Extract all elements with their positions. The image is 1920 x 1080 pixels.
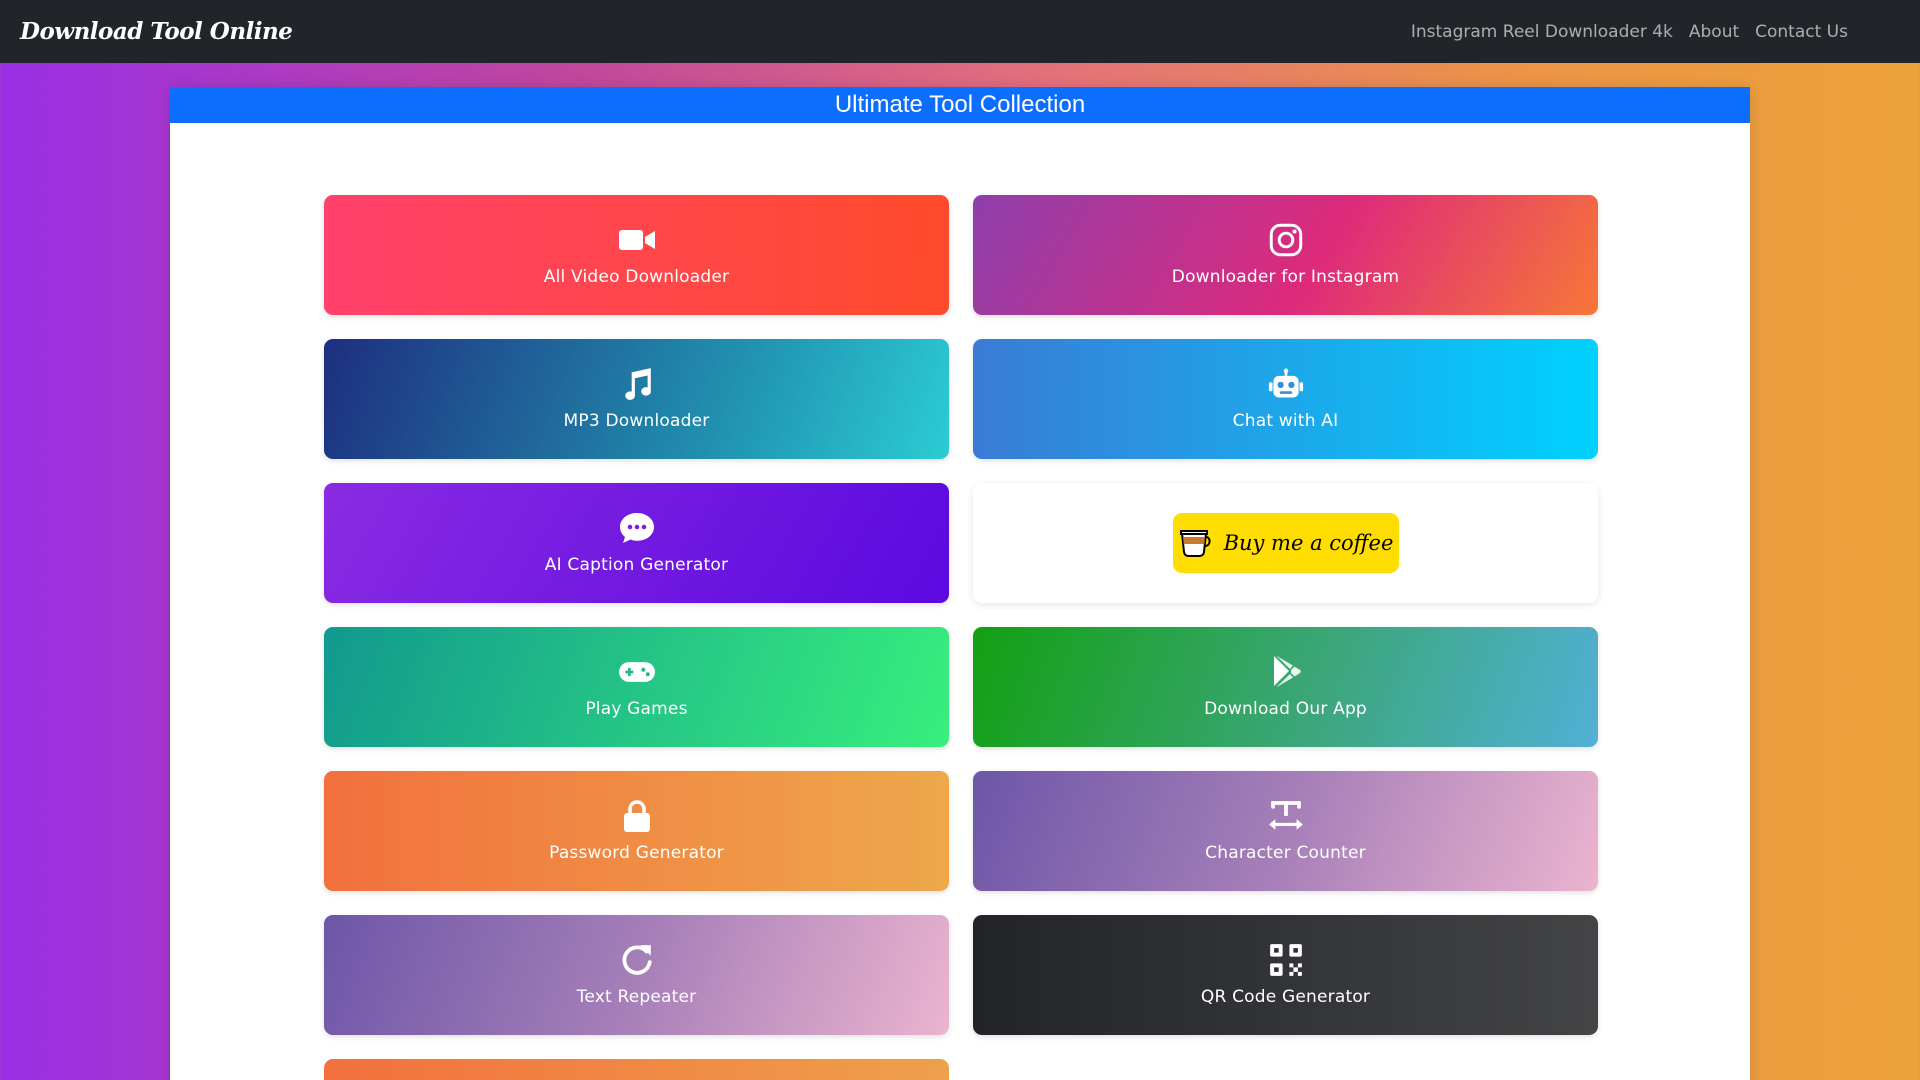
tool-mp3-downloader[interactable]: MP3 Downloader bbox=[324, 339, 949, 459]
tool-password-generator[interactable]: Password Generator bbox=[324, 771, 949, 891]
tool-label: Character Counter bbox=[1205, 843, 1366, 863]
panel-title: Ultimate Tool Collection bbox=[170, 87, 1750, 123]
robot-icon bbox=[1266, 367, 1306, 401]
tool-label: All Video Downloader bbox=[543, 267, 730, 287]
brand-logo-text[interactable]: Download Tool Online bbox=[20, 18, 293, 45]
tool-label: Downloader for Instagram bbox=[1171, 267, 1400, 287]
chat-bubble-icon bbox=[617, 511, 657, 545]
tool-play-games[interactable]: Play Games bbox=[324, 627, 949, 747]
tool-qr-code-generator[interactable]: QR Code Generator bbox=[973, 915, 1598, 1035]
tool-all-video-downloader[interactable]: All Video Downloader bbox=[324, 195, 949, 315]
nav-links: Instagram Reel Downloader 4k About Conta… bbox=[1411, 22, 1848, 42]
tool-label: AI Caption Generator bbox=[544, 555, 729, 575]
buy-me-a-coffee-button[interactable]: Buy me a coffee bbox=[1172, 513, 1399, 573]
nav-link-instagram-reel-downloader[interactable]: Instagram Reel Downloader 4k bbox=[1411, 22, 1673, 42]
nav-link-about[interactable]: About bbox=[1689, 22, 1739, 42]
tool-chat-with-ai[interactable]: Chat with AI bbox=[973, 339, 1598, 459]
tool-tile-partial[interactable] bbox=[324, 1059, 949, 1080]
tool-label: Text Repeater bbox=[576, 987, 697, 1007]
lock-icon bbox=[617, 799, 657, 833]
nav-link-contact[interactable]: Contact Us bbox=[1755, 22, 1848, 42]
tool-label: Password Generator bbox=[549, 843, 724, 863]
gamepad-icon bbox=[617, 655, 657, 689]
music-note-icon bbox=[617, 367, 657, 401]
play-store-icon bbox=[1266, 655, 1306, 689]
tool-label: QR Code Generator bbox=[1200, 987, 1371, 1007]
qr-code-icon bbox=[1266, 943, 1306, 977]
buy-me-a-coffee-label: Buy me a coffee bbox=[1223, 531, 1394, 555]
tool-collection-panel: Ultimate Tool Collection All Video Downl… bbox=[170, 87, 1750, 1080]
tool-ai-caption-generator[interactable]: AI Caption Generator bbox=[324, 483, 949, 603]
tool-grid: All Video Downloader Downloader for Inst… bbox=[324, 195, 1598, 1035]
tool-label: Play Games bbox=[585, 699, 688, 719]
tool-label: Chat with AI bbox=[1232, 411, 1339, 431]
tool-download-our-app[interactable]: Download Our App bbox=[973, 627, 1598, 747]
tool-downloader-for-instagram[interactable]: Downloader for Instagram bbox=[973, 195, 1598, 315]
tool-label: Download Our App bbox=[1204, 699, 1367, 719]
video-camera-icon bbox=[617, 223, 657, 257]
top-navbar: Download Tool Online Instagram Reel Down… bbox=[0, 0, 1920, 63]
instagram-icon bbox=[1266, 223, 1306, 257]
text-width-icon bbox=[1266, 799, 1306, 833]
redo-icon bbox=[617, 943, 657, 977]
tool-character-counter[interactable]: Character Counter bbox=[973, 771, 1598, 891]
tool-label: MP3 Downloader bbox=[563, 411, 710, 431]
coffee-cup-icon bbox=[1178, 524, 1214, 563]
tool-text-repeater[interactable]: Text Repeater bbox=[324, 915, 949, 1035]
tool-buy-me-a-coffee-card: Buy me a coffee bbox=[973, 483, 1598, 603]
